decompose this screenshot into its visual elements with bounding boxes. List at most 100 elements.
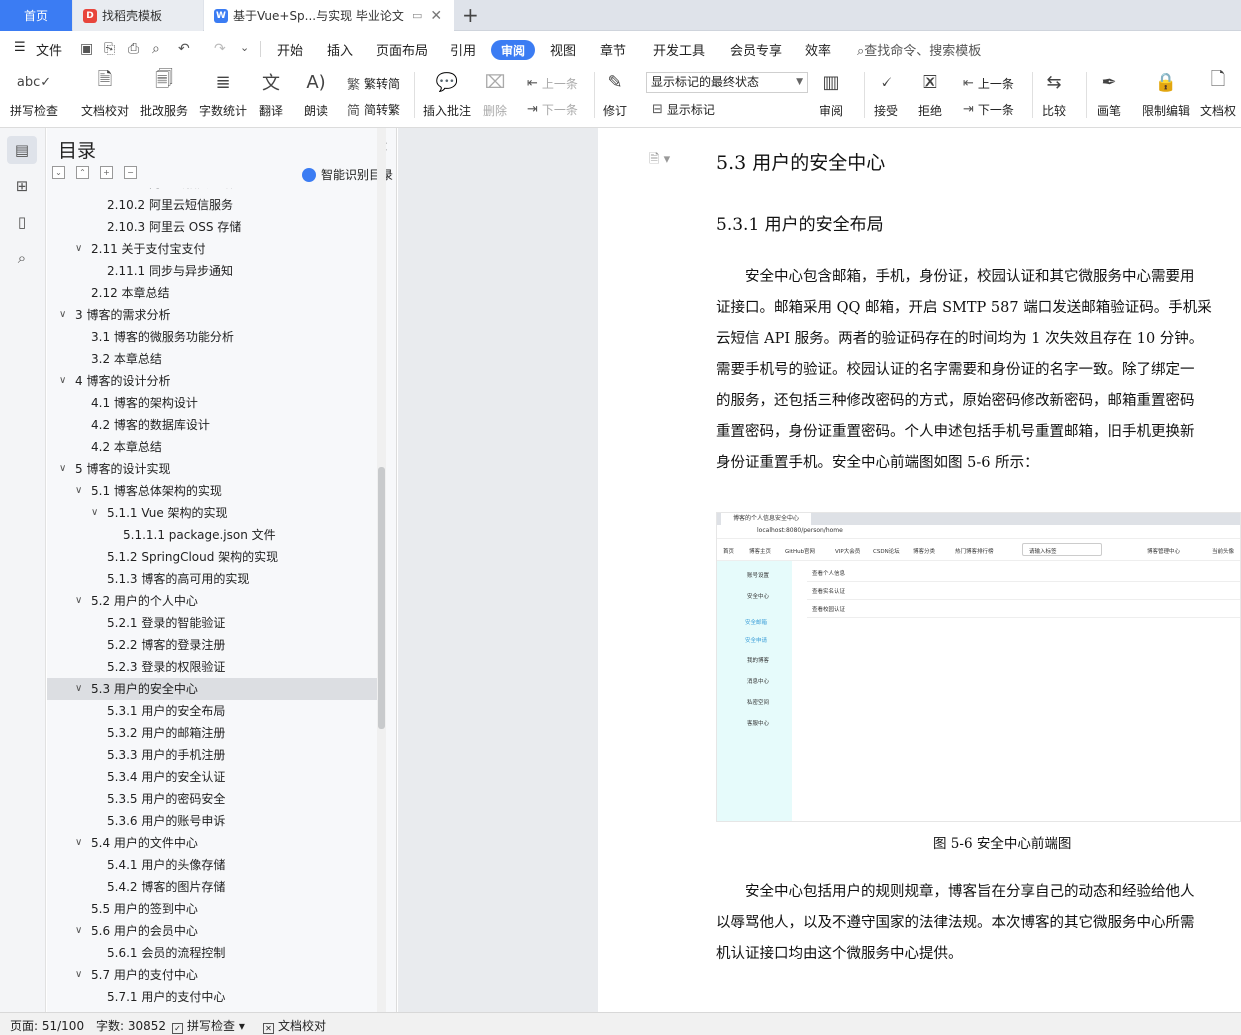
delete-comment-button[interactable]: ⌧ 删除	[482, 68, 508, 124]
doc-rights-button[interactable]: 🗋 文档权	[1200, 68, 1236, 124]
chevron-down-icon[interactable]: ∨	[75, 920, 82, 942]
prev-change-button[interactable]: ⇤ 上一条	[963, 74, 1014, 92]
toc-item[interactable]: 5.3.2 用户的邮箱注册	[47, 722, 377, 744]
chevron-down-icon[interactable]: ∨	[75, 832, 82, 854]
collapse-level-icon[interactable]: −	[124, 166, 137, 179]
toc-item[interactable]: ∨ 2.11 关于支付宝支付	[47, 238, 377, 260]
toc-item[interactable]: 5.3.3 用户的手机注册	[47, 744, 377, 766]
menu-insert[interactable]: 插入	[327, 40, 353, 59]
tab-home[interactable]: 首页	[0, 0, 72, 31]
toc-scrollbar[interactable]	[378, 467, 385, 729]
toc-item[interactable]: ∨ 5.4 用户的文件中心	[47, 832, 377, 854]
revise-button[interactable]: ✎ 修订	[602, 68, 628, 124]
undo-icon[interactable]: ↶	[178, 41, 190, 57]
close-tab-icon[interactable]: ✕	[430, 8, 442, 24]
proofread-button[interactable]: 🗎 文档校对	[81, 68, 129, 124]
spell-check-toggle[interactable]: ✓ 拼写检查 ▾	[172, 1017, 245, 1034]
print-preview-icon[interactable]: ⌕	[152, 41, 160, 57]
page-indicator[interactable]: 页面: 51/100	[10, 1017, 84, 1034]
toc-item[interactable]: 5.3.5 用户的密码安全	[47, 788, 377, 810]
toc-item[interactable]: 5.3.6 用户的账号申诉	[47, 810, 377, 832]
toc-item[interactable]: 3.2 本章总结	[47, 348, 377, 370]
read-aloud-button[interactable]: A) 朗读	[303, 68, 329, 124]
pen-button[interactable]: ✒ 画笔	[1096, 68, 1122, 124]
toc-item[interactable]: 5.2.3 登录的权限验证	[47, 656, 377, 678]
chevron-down-icon[interactable]: ∨	[75, 238, 82, 260]
toc-item[interactable]: 2.12 本章总结	[47, 282, 377, 304]
markup-state-select[interactable]: 显示标记的最终状态 ▼	[646, 72, 808, 93]
next-change-button[interactable]: ⇥ 下一条	[963, 100, 1014, 118]
chevron-down-icon[interactable]: ∨	[75, 964, 82, 986]
toc-item[interactable]: ∨ 5.6 用户的会员中心	[47, 920, 377, 942]
quick-access-more-icon[interactable]: ⌄	[240, 41, 249, 54]
menu-file[interactable]: 文件	[36, 40, 62, 59]
menu-review[interactable]: 审阅	[491, 40, 535, 60]
document-page[interactable]: 🗎 ▾ 5.3 用户的安全中心 5.3.1 用户的安全布局 安全中心包含邮箱，手…	[598, 128, 1241, 1012]
toc-item[interactable]: 5.3.1 用户的安全布局	[47, 700, 377, 722]
menu-start[interactable]: 开始	[277, 40, 303, 59]
tab-template[interactable]: D 找稻壳模板	[73, 0, 203, 31]
toc-item[interactable]: 5.1.2 SpringCloud 架构的实现	[47, 546, 377, 568]
show-markup-button[interactable]: ⊟ 显示标记	[652, 100, 715, 118]
toc-item[interactable]: 5.3.4 用户的安全认证	[47, 766, 377, 788]
paragraph-nav-icon[interactable]: 🗎 ▾	[649, 150, 670, 172]
tab-document[interactable]: W 基于Vue+Sp...与实现 毕业论文 ▭ ✕	[204, 0, 454, 31]
toc-icon[interactable]: ▤	[7, 136, 37, 164]
redo-icon[interactable]: ↷	[214, 41, 226, 57]
menu-member[interactable]: 会员专享	[730, 40, 782, 59]
save-icon[interactable]: ▣	[80, 41, 93, 57]
accept-button[interactable]: 🗸 接受	[873, 68, 899, 124]
toc-item[interactable]: ∨ 5 博客的设计实现	[47, 458, 377, 480]
proofread-toggle[interactable]: ✕ 文档校对	[263, 1017, 326, 1034]
toc-item[interactable]: ∨ 4 博客的设计分析	[47, 370, 377, 392]
chevron-down-icon[interactable]: ∨	[59, 304, 66, 326]
toc-item[interactable]: 5.2.2 博客的登录注册	[47, 634, 377, 656]
chevron-down-icon[interactable]: ∨	[75, 678, 82, 700]
toc-item[interactable]: 5.2.1 登录的智能验证	[47, 612, 377, 634]
toc-item[interactable]: 4.1 博客的架构设计	[47, 392, 377, 414]
to-traditional-button[interactable]: 简简转繁	[347, 100, 400, 119]
reject-button[interactable]: 🗷 拒绝	[917, 68, 943, 124]
word-count-indicator[interactable]: 字数: 30852	[96, 1017, 166, 1034]
toc-item[interactable]: ∨ 5.1.1 Vue 架构的实现	[47, 502, 377, 524]
insert-comment-button[interactable]: 💬 插入批注	[423, 68, 471, 124]
chevron-down-icon[interactable]: ∨	[75, 590, 82, 612]
next-comment-button[interactable]: ⇥ 下一条	[527, 100, 578, 118]
new-tab-button[interactable]: +	[462, 4, 479, 26]
toc-item[interactable]: ∨ 5.3 用户的安全中心	[47, 678, 377, 700]
monitor-icon[interactable]: ▭	[412, 9, 422, 22]
review-pane-button[interactable]: ▥ 审阅	[818, 68, 844, 124]
toc-item[interactable]: 4.2 本章总结	[47, 436, 377, 458]
chapter-nav-icon[interactable]: ⊞	[7, 172, 37, 200]
search-icon[interactable]: ⌕	[7, 244, 37, 272]
toc-item[interactable]: 5.1.1.1 package.json 文件	[47, 524, 377, 546]
expand-all-icon[interactable]: ⌄	[52, 166, 65, 179]
export-pdf-icon[interactable]: ⎘	[104, 41, 115, 57]
toc-item[interactable]: 5.4.1 用户的头像存储	[47, 854, 377, 876]
menu-view[interactable]: 视图	[550, 40, 576, 59]
bookmark-icon[interactable]: ▯	[7, 208, 37, 236]
toc-item[interactable]: 4.2 博客的数据库设计	[47, 414, 377, 436]
toc-item[interactable]: 2.10.3 阿里云 OSS 存储	[47, 216, 377, 238]
spell-check-button[interactable]: abc✓ 拼写检查	[10, 68, 58, 124]
hamburger-icon[interactable]: ☰	[14, 40, 26, 55]
toc-item[interactable]: 5.6.1 会员的流程控制	[47, 942, 377, 964]
collapse-all-icon[interactable]: ⌃	[76, 166, 89, 179]
toc-item[interactable]: ∨ 5.1 博客总体架构的实现	[47, 480, 377, 502]
review-service-button[interactable]: 🗐 批改服务	[140, 68, 188, 124]
toc-item[interactable]: ∨ 3 博客的需求分析	[47, 304, 377, 326]
compare-button[interactable]: ⇆ 比较	[1041, 68, 1067, 124]
chevron-down-icon[interactable]: ∨	[59, 458, 66, 480]
toc-item[interactable]: 5.7.1 用户的支付中心	[47, 986, 377, 1008]
menu-dev-tools[interactable]: 开发工具	[653, 40, 705, 59]
menu-efficiency[interactable]: 效率	[805, 40, 831, 59]
restrict-edit-button[interactable]: 🔒 限制编辑	[1142, 68, 1190, 124]
command-search[interactable]: ⌕查找命令、搜索模板	[857, 40, 981, 59]
menu-page-layout[interactable]: 页面布局	[376, 40, 428, 59]
toc-item[interactable]: 5.1.3 博客的高可用的实现	[47, 568, 377, 590]
chevron-down-icon[interactable]: ∨	[91, 502, 98, 524]
chevron-down-icon[interactable]: ∨	[75, 480, 82, 502]
menu-chapter[interactable]: 章节	[600, 40, 626, 59]
toc-item[interactable]: ∨ 5.2 用户的个人中心	[47, 590, 377, 612]
prev-comment-button[interactable]: ⇤ 上一条	[527, 74, 578, 92]
